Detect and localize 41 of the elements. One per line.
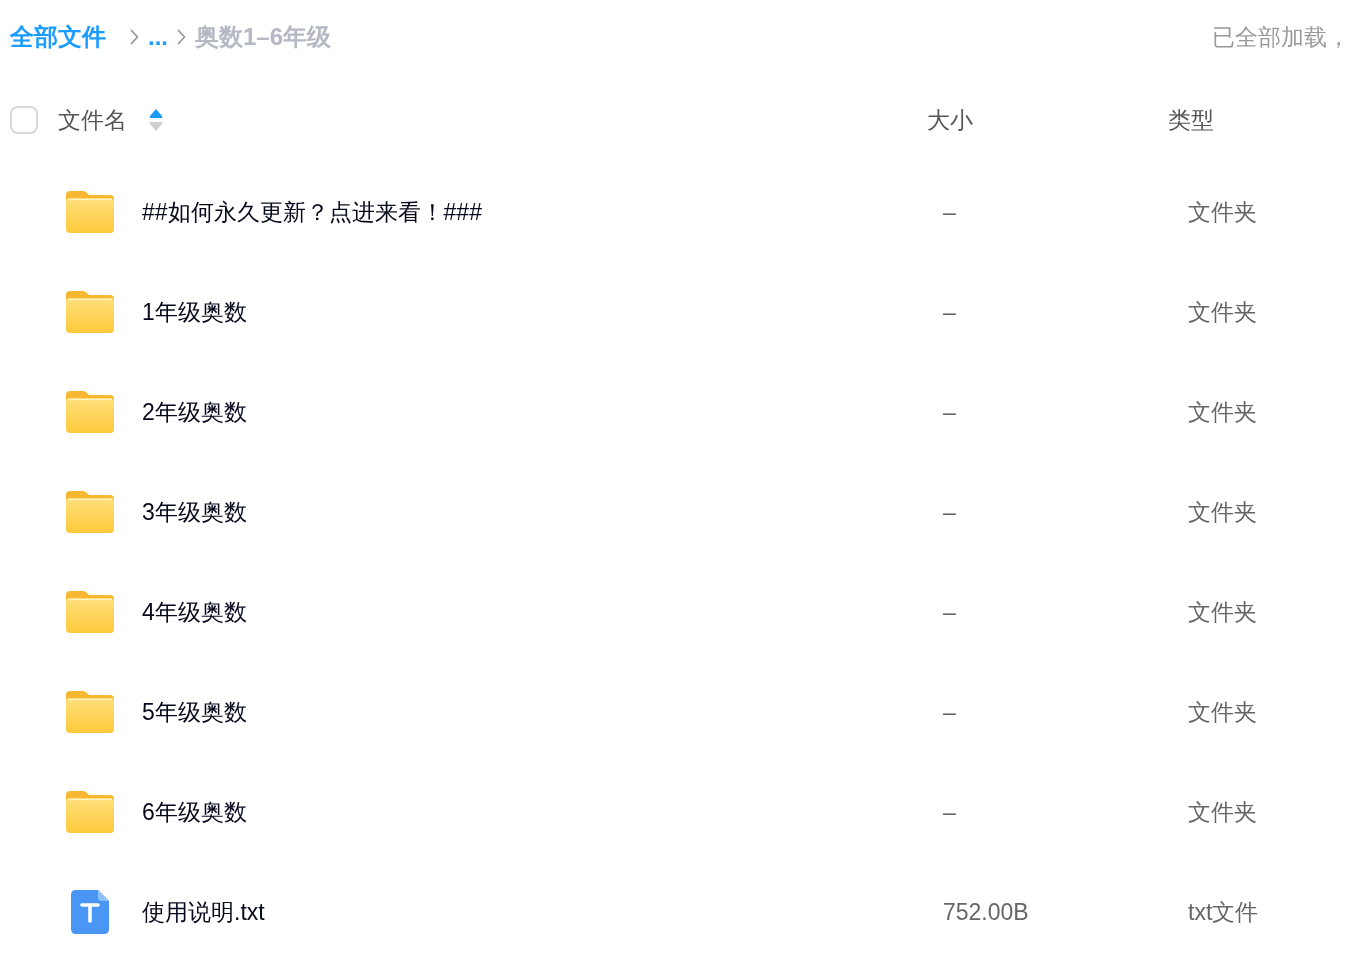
file-size: – [943,197,956,227]
file-type: 文件夹 [1188,397,1257,427]
file-name[interactable]: 6年级奥数 [142,794,247,830]
file-type: 文件夹 [1188,697,1257,727]
folder-icon [66,591,114,633]
file-size: – [943,397,956,427]
column-header[interactable]: 类型 [1168,102,1214,138]
file-name[interactable]: 使用说明.txt [142,894,265,930]
breadcrumb-current: 奥数1–6年级 [195,22,332,52]
file-size: – [943,597,956,627]
chevron-right-icon [177,29,186,45]
folder-icon [66,691,114,733]
folder-icon [66,191,114,233]
file-name[interactable]: ##如何永久更新？点进来看！### [142,194,482,230]
file-name[interactable]: 5年级奥数 [142,694,247,730]
file-type: 文件夹 [1188,297,1257,327]
file-name[interactable]: 3年级奥数 [142,494,247,530]
select-all-checkbox[interactable] [10,106,38,134]
file-size: – [943,297,956,327]
file-type: 文件夹 [1188,797,1257,827]
folder-icon [66,291,114,333]
folder-icon [66,491,114,533]
file-size: – [943,497,956,527]
file-type: txt文件 [1188,897,1259,927]
file-size: – [943,697,956,727]
text-file-icon [71,890,109,934]
chevron-right-icon [130,29,139,45]
folder-icon [66,391,114,433]
column-header[interactable]: 文件名 [58,102,127,138]
file-type: 文件夹 [1188,597,1257,627]
file-name[interactable]: 2年级奥数 [142,394,247,430]
sort-icon[interactable] [149,108,163,132]
file-size: – [943,797,956,827]
load-status: 已全部加载， [1212,22,1350,52]
file-name[interactable]: 4年级奥数 [142,594,247,630]
file-name[interactable]: 1年级奥数 [142,294,247,330]
folder-icon [66,791,114,833]
file-type: 文件夹 [1188,497,1257,527]
file-type: 文件夹 [1188,197,1257,227]
file-size: 752.00B [943,897,1029,927]
column-header[interactable]: 大小 [927,102,973,138]
